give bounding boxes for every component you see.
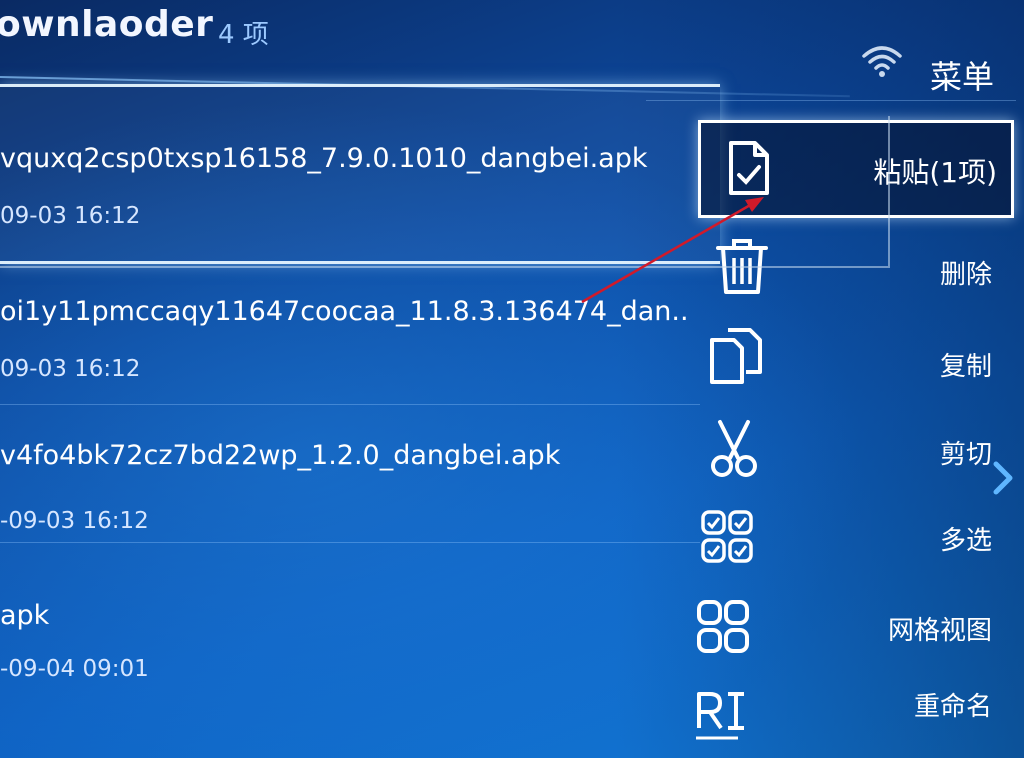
- menu-item-label: 粘贴(1项): [873, 156, 997, 189]
- copy-icon: [710, 328, 762, 384]
- menu-item-multi-select[interactable]: 多选: [690, 496, 1010, 576]
- menu-item-label: 重命名: [913, 692, 992, 722]
- menu-item-grid-view[interactable]: 网格视图: [690, 584, 1010, 664]
- scissors-icon: [711, 420, 757, 477]
- rename-icon: [696, 692, 744, 740]
- menu-item-label: 删除: [939, 260, 992, 290]
- action-menu: 粘贴(1项) 删除 复制 剪切 多选 网格视图 重命名: [690, 100, 1024, 758]
- multi-select-icon: [701, 510, 753, 563]
- item-count: 4 项: [218, 20, 269, 50]
- menu-item-rename[interactable]: 重命名: [690, 670, 1010, 750]
- grid-view-icon: [697, 600, 749, 653]
- file-name: apk: [0, 600, 50, 631]
- wifi-icon: [862, 46, 902, 77]
- menu-item-copy[interactable]: 复制: [690, 316, 1010, 396]
- file-row[interactable]: oi1y11pmccaqy11647coocaa_11.8.3.136474_d…: [0, 264, 720, 404]
- chevron-right-icon[interactable]: [990, 460, 1016, 496]
- menu-item-delete[interactable]: 删除: [690, 226, 1010, 306]
- file-row[interactable]: vquxq2csp0txsp16158_7.9.0.1010_dangbei.a…: [0, 84, 720, 264]
- file-name: oi1y11pmccaqy11647coocaa_11.8.3.136474_d…: [0, 296, 689, 327]
- file-date: -09-03 16:12: [0, 508, 149, 534]
- menu-item-paste[interactable]: 粘贴(1项): [698, 120, 1014, 218]
- file-date: 09-03 16:12: [0, 203, 141, 229]
- file-date: -09-04 09:01: [0, 656, 149, 682]
- menu-item-label: 网格视图: [887, 616, 992, 646]
- menu-item-label: 剪切: [939, 440, 992, 470]
- file-date: 09-03 16:12: [0, 356, 141, 382]
- file-row[interactable]: v4fo4bk72cz7bd22wp_1.2.0_dangbei.apk -09…: [0, 406, 720, 542]
- row-divider: [0, 404, 700, 405]
- file-name: v4fo4bk72cz7bd22wp_1.2.0_dangbei.apk: [0, 440, 561, 471]
- menu-item-label: 多选: [939, 526, 992, 556]
- file-row[interactable]: apk -09-04 09:01: [0, 544, 720, 704]
- paste-icon: [729, 141, 769, 195]
- menu-item-label: 复制: [939, 352, 992, 382]
- menu-item-cut[interactable]: 剪切: [690, 406, 1010, 486]
- header: ownlaoder 4 项 菜单: [0, 0, 1024, 98]
- row-divider: [0, 542, 700, 543]
- file-list: vquxq2csp0txsp16158_7.9.0.1010_dangbei.a…: [0, 84, 720, 758]
- app-title: ownlaoder: [0, 4, 214, 45]
- menu-title: 菜单: [930, 58, 995, 96]
- trash-icon: [716, 239, 768, 294]
- file-name: vquxq2csp0txsp16158_7.9.0.1010_dangbei.a…: [0, 143, 648, 174]
